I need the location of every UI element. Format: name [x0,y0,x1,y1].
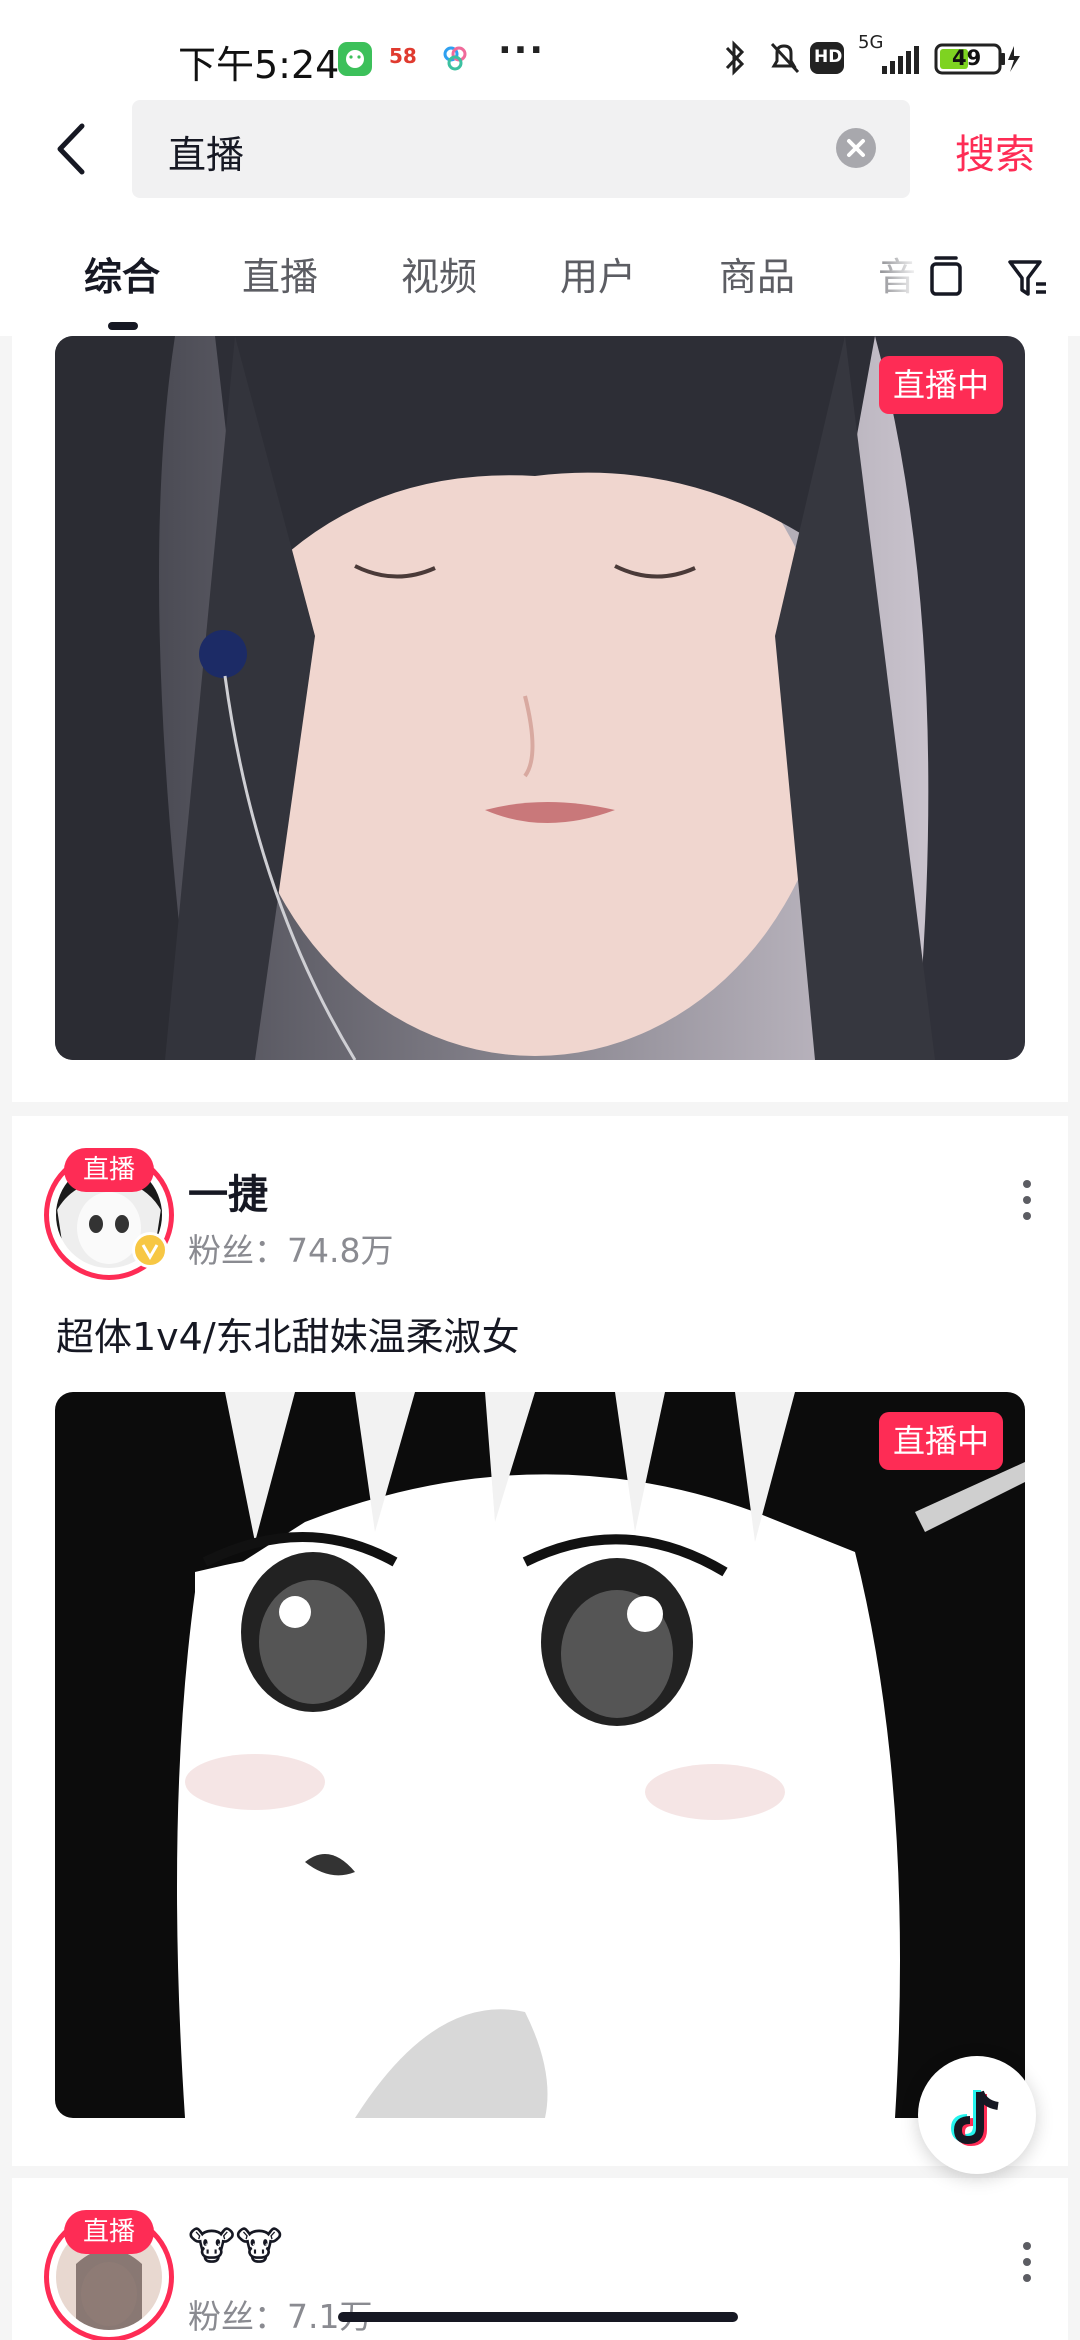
live-room-title[interactable]: 超体1v4/东北甜妹温柔淑女 [56,1306,520,1361]
close-icon [847,139,865,157]
avatar[interactable]: 直播 [44,2210,174,2340]
app-58-label: 58 [389,44,417,68]
live-result-card[interactable]: 直播 一捷 粉丝：74.8万 超体1v4/东北甜妹温柔淑女 直播中 [12,1116,1068,2166]
network-type: 5G [858,32,884,53]
more-notifications-icon: ··· [498,30,546,71]
battery-icon: 49 [934,38,1024,78]
user-name[interactable]: 🐮🐮 [188,2224,283,2270]
tab-active-indicator [108,322,138,330]
tab-products[interactable]: 商品 [719,246,795,301]
wechat-notification-icon [338,42,372,76]
bluetooth-icon [720,38,750,78]
battery-level: 49 [952,46,982,70]
filter-icon[interactable] [1000,250,1056,306]
search-query[interactable]: 直播 [168,124,244,179]
tab-comprehensive[interactable]: 综合 [84,246,160,301]
fans-count: 粉丝：74.8万 [188,1231,394,1270]
avatar-live-tag: 直播 [64,1148,154,1192]
mute-bell-icon [764,38,804,78]
tab-live[interactable]: 直播 [242,246,318,301]
douyin-logo-icon [950,2090,999,2147]
tab-users[interactable]: 用户 [560,246,636,301]
more-options-button[interactable] [1012,2232,1042,2292]
result-tabs: 综合 直播 视频 用户 商品 音 [0,220,1080,336]
signal-icon: 5G [856,32,920,78]
live-cover-image[interactable]: 直播中 [55,1392,1025,2118]
status-bar: 下午5:24 58 ··· HD 5G 49 [0,0,1080,100]
avatar-live-tag: 直播 [64,2210,154,2254]
back-button[interactable] [40,114,110,184]
live-cover-image[interactable]: 直播中 [55,336,1025,1060]
clear-search-button[interactable] [836,128,876,168]
tab-video[interactable]: 视频 [401,246,477,301]
home-indicator[interactable] [338,2312,738,2322]
mini-window-icon[interactable] [918,250,974,306]
douyin-float-button[interactable] [918,2056,1036,2174]
user-name[interactable]: 一捷 [188,1162,268,1220]
cloud-app-icon [438,42,472,76]
search-input[interactable]: 直播 [132,100,910,198]
app-58-icon: 58 [386,42,420,76]
more-vertical-icon [1023,1180,1031,1220]
verified-icon [132,1232,168,1268]
search-button[interactable]: 搜索 [955,122,1035,180]
live-badge: 直播中 [878,356,1003,414]
hd-label: HD [814,47,843,67]
more-vertical-icon [1023,2242,1031,2282]
status-time: 下午5:24 [178,43,340,87]
more-options-button[interactable] [1012,1170,1042,1230]
live-result-card[interactable]: 直播中 [12,336,1068,1102]
live-badge: 直播中 [878,1412,1003,1470]
avatar[interactable]: 直播 [44,1148,174,1280]
search-header: 直播 搜索 [0,100,1080,220]
hd-icon: HD [810,42,844,74]
